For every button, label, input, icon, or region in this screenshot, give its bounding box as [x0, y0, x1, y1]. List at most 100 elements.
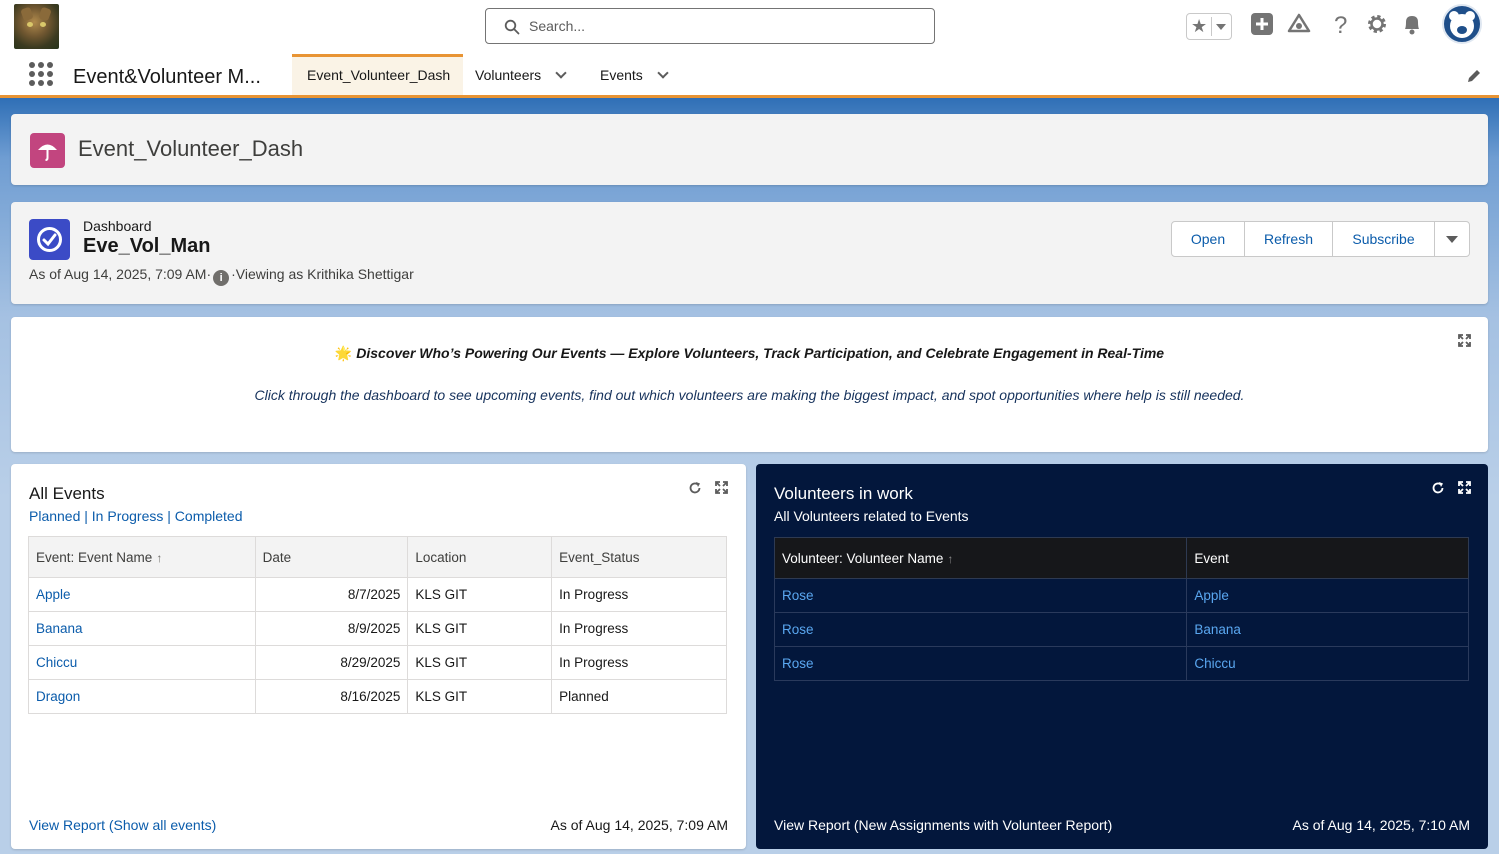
- volunteer-name-link[interactable]: Rose: [773, 578, 1188, 613]
- event-link[interactable]: Chiccu: [1186, 646, 1469, 681]
- bell-icon[interactable]: [1401, 12, 1423, 36]
- chevron-down-icon: [1446, 236, 1458, 243]
- tab-events[interactable]: Events: [600, 54, 669, 95]
- event-date: 8/29/2025: [254, 645, 409, 680]
- banner-widget: 🌟 Discover Who’s Powering Our Events — E…: [11, 317, 1488, 452]
- dashboard-gauge-icon: [29, 219, 70, 260]
- expand-icon[interactable]: [715, 481, 728, 494]
- chevron-down-icon[interactable]: [555, 67, 567, 79]
- open-button[interactable]: Open: [1172, 222, 1245, 256]
- event-status: In Progress: [551, 611, 727, 646]
- refresh-button[interactable]: Refresh: [1245, 222, 1333, 256]
- sort-ascending-icon[interactable]: ↑: [156, 551, 162, 565]
- column-header[interactable]: Date: [254, 536, 409, 578]
- chevron-down-icon[interactable]: [1216, 24, 1226, 30]
- refresh-icon[interactable]: [688, 481, 702, 495]
- table-row: Chiccu 8/29/2025 KLS GIT In Progress: [28, 645, 727, 680]
- more-actions-button[interactable]: [1435, 222, 1469, 256]
- widget-timestamp: As of Aug 14, 2025, 7:09 AM: [550, 817, 728, 833]
- table-row: Rose Apple: [773, 578, 1469, 613]
- tab-label: Event_Volunteer_Dash: [307, 67, 451, 83]
- dashboard-name: Eve_Vol_Man: [83, 235, 211, 257]
- column-header[interactable]: Location: [407, 536, 553, 578]
- global-header: Search... ★ ?: [0, 0, 1499, 54]
- gear-icon[interactable]: [1365, 12, 1389, 36]
- trailhead-icon[interactable]: [1287, 12, 1311, 36]
- widget-timestamp: As of Aug 14, 2025, 7:10 AM: [1292, 817, 1470, 833]
- user-avatar[interactable]: [1442, 4, 1482, 44]
- event-status: Planned: [551, 679, 727, 714]
- dashboard-header: Dashboard Eve_Vol_Man As of Aug 14, 2025…: [11, 202, 1488, 304]
- help-icon[interactable]: ?: [1329, 12, 1351, 36]
- page-title: Event_Volunteer_Dash: [78, 136, 304, 161]
- column-header[interactable]: Event: [1186, 537, 1469, 579]
- search-icon: [504, 19, 520, 35]
- event-date: 8/16/2025: [254, 679, 409, 714]
- table-row: Rose Banana: [773, 612, 1469, 647]
- event-location: KLS GIT: [407, 679, 553, 714]
- tab-label: Events: [600, 67, 643, 83]
- volunteers-table: Volunteer: Volunteer Name ↑ Event Rose Ap…: [773, 537, 1469, 681]
- global-search[interactable]: Search...: [485, 8, 935, 44]
- dashboard-actions: Open Refresh Subscribe: [1171, 221, 1470, 257]
- sparkle-icon: 🌟: [334, 345, 353, 361]
- events-table: Event: Event Name ↑ Date Location Event_S…: [28, 536, 727, 714]
- pencil-icon[interactable]: [1466, 68, 1482, 84]
- event-status: In Progress: [551, 577, 727, 612]
- tab-event-volunteer-dash[interactable]: Event_Volunteer_Dash: [292, 54, 463, 95]
- search-placeholder[interactable]: Search...: [529, 18, 585, 34]
- view-report-link[interactable]: View Report (Show all events): [29, 817, 216, 833]
- expand-icon[interactable]: [1458, 334, 1471, 347]
- event-name-link[interactable]: Dragon: [28, 679, 256, 714]
- expand-icon[interactable]: [1458, 481, 1471, 494]
- table-row: Apple 8/7/2025 KLS GIT In Progress: [28, 577, 727, 612]
- all-events-widget: All Events Planned | In Progress | Compl…: [11, 464, 746, 849]
- add-icon[interactable]: [1250, 12, 1274, 36]
- volunteer-name-link[interactable]: Rose: [773, 646, 1188, 681]
- widget-title: Volunteers in work: [774, 484, 913, 503]
- table-row: Dragon 8/16/2025 KLS GIT Planned: [28, 679, 727, 714]
- info-icon[interactable]: i: [213, 270, 230, 286]
- event-link[interactable]: Banana: [1186, 612, 1469, 647]
- dashboard-viewing-as: ·Viewing as Krithika Shettigar: [231, 266, 414, 282]
- chevron-down-icon[interactable]: [657, 67, 669, 79]
- svg-text:?: ?: [1334, 12, 1347, 36]
- dashboard-meta: As of Aug 14, 2025, 7:09 AM· i ·Viewing as…: [29, 266, 414, 286]
- event-name-link[interactable]: Apple: [28, 577, 256, 612]
- event-location: KLS GIT: [407, 577, 553, 612]
- widget-subtitle: All Volunteers related to Events: [774, 508, 969, 524]
- table-row: Banana 8/9/2025 KLS GIT In Progress: [28, 611, 727, 646]
- event-date: 8/7/2025: [254, 577, 409, 612]
- refresh-icon[interactable]: [1431, 481, 1445, 495]
- app-nav-bar: Event&Volunteer M... Event_Volunteer_Das…: [0, 54, 1499, 98]
- sort-ascending-icon[interactable]: ↑: [947, 552, 953, 566]
- column-header[interactable]: Event_Status: [551, 536, 727, 578]
- event-status: In Progress: [551, 645, 727, 680]
- tab-label: Volunteers: [475, 67, 542, 83]
- volunteer-name-link[interactable]: Rose: [773, 612, 1188, 647]
- banner-heading: 🌟 Discover Who’s Powering Our Events — E…: [11, 345, 1488, 362]
- column-header[interactable]: Volunteer: Volunteer Name ↑: [773, 537, 1188, 579]
- event-date: 8/9/2025: [254, 611, 409, 646]
- umbrella-icon: [30, 133, 65, 168]
- star-icon: ★: [1191, 16, 1208, 36]
- column-header[interactable]: Event: Event Name ↑: [28, 536, 256, 578]
- event-location: KLS GIT: [407, 611, 553, 646]
- banner-subtext: Click through the dashboard to see upcom…: [254, 387, 1245, 403]
- org-logo[interactable]: [14, 4, 59, 49]
- event-location: KLS GIT: [407, 645, 553, 680]
- widget-subtitle: Planned | In Progress | Completed: [29, 508, 243, 524]
- view-report-link[interactable]: View Report (New Assignments with Volunt…: [774, 817, 1112, 833]
- event-link[interactable]: Apple: [1186, 578, 1469, 613]
- dashboard-as-of: As of Aug 14, 2025, 7:09 AM·: [29, 266, 212, 282]
- app-name: Event&Volunteer M...: [73, 66, 261, 88]
- volunteers-widget: Volunteers in work All Volunteers relate…: [756, 464, 1488, 849]
- event-name-link[interactable]: Banana: [28, 611, 256, 646]
- app-launcher-icon[interactable]: [29, 62, 53, 86]
- tab-volunteers[interactable]: Volunteers: [475, 54, 567, 95]
- banner-heading-text: Discover Who’s Powering Our Events — Exp…: [356, 345, 1165, 361]
- subscribe-button[interactable]: Subscribe: [1333, 222, 1435, 256]
- favorites-button[interactable]: ★: [1186, 13, 1232, 40]
- page-header: Event_Volunteer_Dash: [11, 114, 1488, 185]
- event-name-link[interactable]: Chiccu: [28, 645, 256, 680]
